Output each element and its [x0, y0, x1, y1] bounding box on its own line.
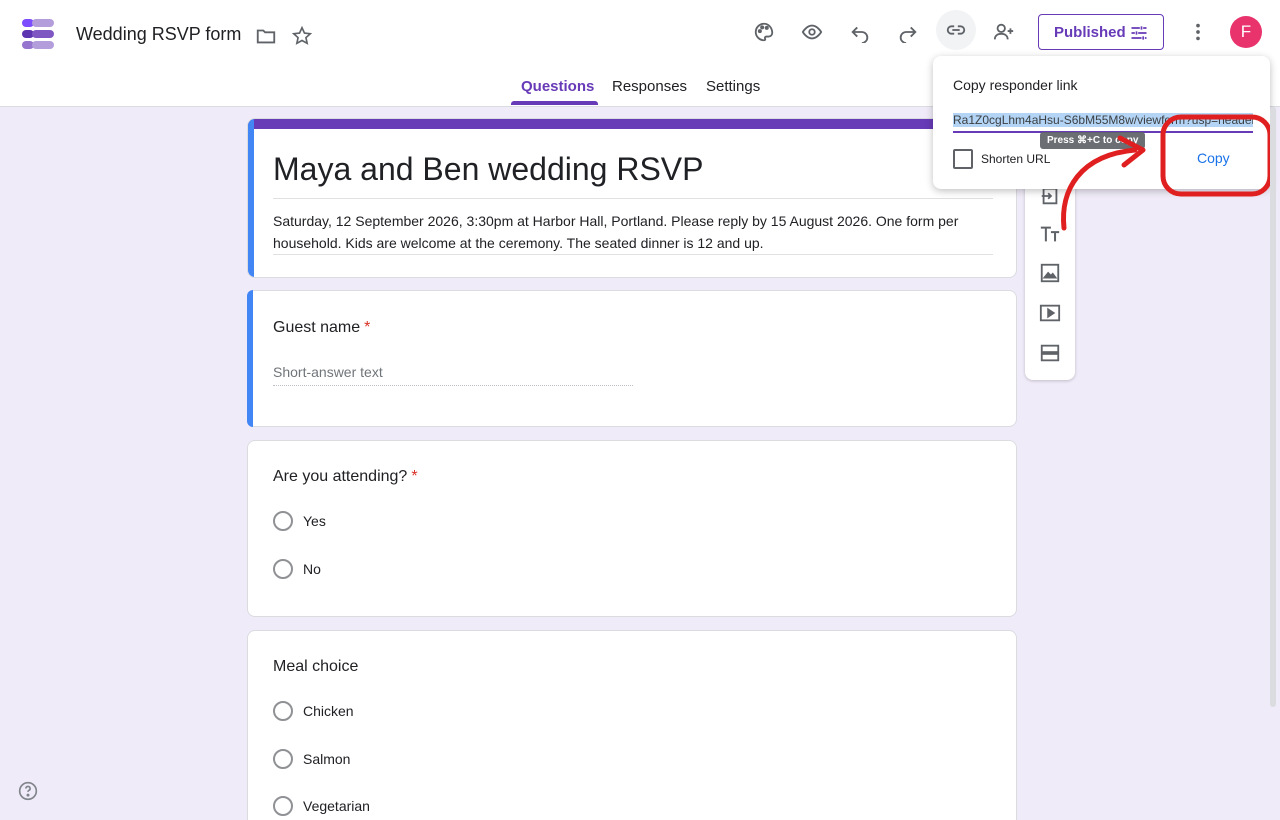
tab-responses[interactable]: Responses: [612, 78, 687, 95]
option-label: No: [303, 561, 321, 577]
theme-bar: [248, 119, 1016, 129]
option-salmon[interactable]: Salmon: [273, 749, 350, 769]
question-title-text: Are you attending?: [273, 468, 408, 485]
option-no[interactable]: No: [273, 559, 321, 579]
more-icon[interactable]: [1178, 12, 1218, 52]
form-description[interactable]: Saturday, 12 September 2026, 3:30pm at H…: [273, 210, 998, 254]
responder-link-text: Ra1Z0cgLhm4aHsu-S6bM55M8w/viewform?usp=h…: [953, 113, 1253, 127]
divider: [273, 198, 993, 199]
radio-button[interactable]: [273, 511, 293, 531]
copy-shortcut-tooltip: Press ⌘+C to copy: [1040, 132, 1146, 149]
radio-button[interactable]: [273, 749, 293, 769]
required-asterisk: *: [411, 468, 418, 485]
published-label: Published: [1054, 23, 1126, 41]
radio-button[interactable]: [273, 559, 293, 579]
popup-title: Copy responder link: [953, 77, 1078, 93]
shorten-url-label: Shorten URL: [981, 152, 1051, 166]
side-toolbar: [1025, 180, 1075, 380]
tab-questions[interactable]: Questions: [521, 78, 594, 95]
option-label: Yes: [303, 513, 326, 529]
copy-button[interactable]: Copy: [1197, 150, 1230, 166]
preview-icon[interactable]: [792, 12, 832, 52]
question-title: Meal choice: [273, 658, 359, 675]
help-icon[interactable]: [18, 781, 38, 801]
question-card-meal[interactable]: Meal choice Chicken Salmon Vegetarian: [247, 630, 1017, 820]
published-button[interactable]: Published: [1038, 14, 1164, 50]
form-title[interactable]: Maya and Ben wedding RSVP: [273, 151, 703, 188]
forms-logo-icon[interactable]: [22, 17, 56, 51]
option-label: Chicken: [303, 703, 354, 719]
scrollbar[interactable]: [1268, 107, 1278, 707]
required-asterisk: *: [364, 319, 371, 336]
redo-icon[interactable]: [888, 12, 928, 52]
question-title: Are you attending? *: [273, 468, 418, 486]
question-title-text: Guest name: [273, 319, 361, 336]
add-collaborator-icon[interactable]: [984, 12, 1024, 52]
palette-icon[interactable]: [744, 12, 784, 52]
option-chicken[interactable]: Chicken: [273, 701, 354, 721]
form-title-card[interactable]: Maya and Ben wedding RSVP Saturday, 12 S…: [247, 118, 1017, 278]
add-video-icon[interactable]: [1038, 301, 1062, 325]
focus-bar: [247, 290, 253, 427]
option-yes[interactable]: Yes: [273, 511, 326, 531]
copy-link-popup: Copy responder link Ra1Z0cgLhm4aHsu-S6bM…: [933, 56, 1270, 189]
divider: [273, 254, 993, 255]
undo-icon[interactable]: [840, 12, 880, 52]
link-icon[interactable]: [936, 10, 976, 50]
question-title: Guest name *: [273, 319, 370, 337]
add-title-icon[interactable]: [1038, 222, 1062, 246]
option-vegetarian[interactable]: Vegetarian: [273, 796, 370, 816]
add-image-icon[interactable]: [1038, 261, 1062, 285]
option-label: Vegetarian: [303, 798, 370, 814]
focus-bar: [248, 119, 254, 277]
radio-button[interactable]: [273, 796, 293, 816]
tune-icon: [1131, 26, 1147, 40]
responder-link-field[interactable]: Ra1Z0cgLhm4aHsu-S6bM55M8w/viewform?usp=h…: [953, 113, 1253, 133]
question-card-guest-name[interactable]: Guest name * Short-answer text: [247, 290, 1017, 427]
shorten-url-checkbox[interactable]: [953, 149, 973, 169]
add-section-icon[interactable]: [1038, 341, 1062, 365]
avatar[interactable]: F: [1230, 16, 1262, 48]
tab-settings[interactable]: Settings: [706, 78, 760, 95]
short-answer-field[interactable]: Short-answer text: [273, 364, 633, 386]
shorten-url-option[interactable]: Shorten URL: [953, 149, 1050, 169]
star-icon[interactable]: [282, 16, 322, 56]
folder-icon[interactable]: [246, 16, 286, 56]
active-tab-indicator: [511, 101, 598, 105]
question-card-attending[interactable]: Are you attending? * Yes No: [247, 440, 1017, 617]
radio-button[interactable]: [273, 701, 293, 721]
option-label: Salmon: [303, 751, 351, 767]
document-title[interactable]: Wedding RSVP form: [76, 24, 241, 45]
